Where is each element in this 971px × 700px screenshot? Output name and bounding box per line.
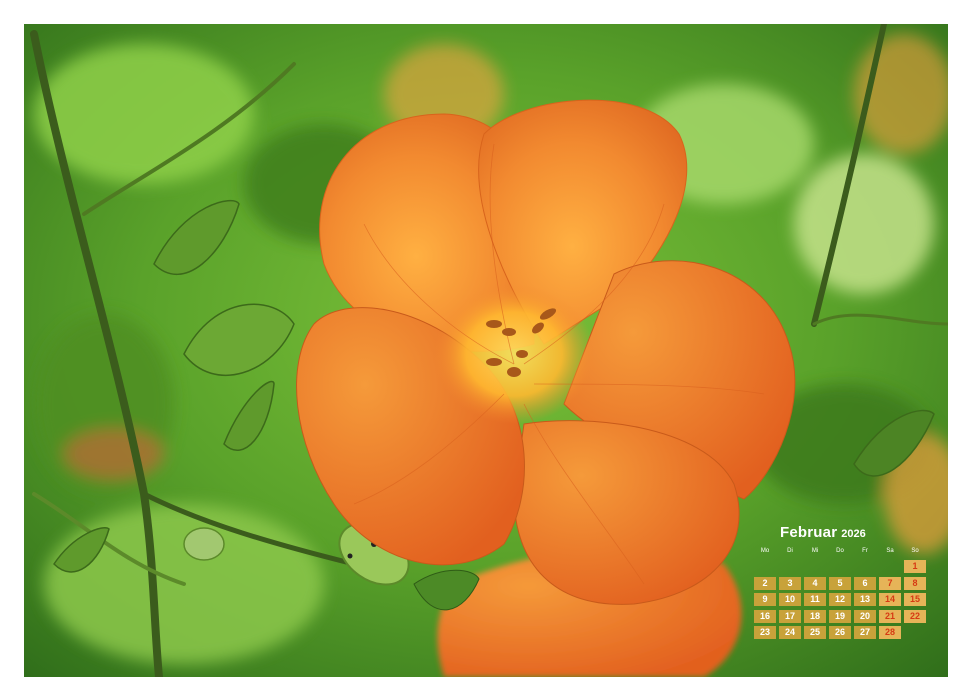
calendar-month: Februar	[780, 524, 838, 541]
calendar-day: 18	[804, 609, 826, 623]
calendar-year: 2026	[841, 528, 866, 540]
calendar-grid: 1 2 3 4 5 6 7 8 9 10 11 12 13 14 15 16 17 18 19 20 21 22 23 24 2…	[754, 560, 926, 640]
calendar: Februar 2026 Mo Di Mi Do Fr Sa So 1234567…	[754, 524, 926, 644]
weekday-label: Di	[787, 548, 793, 554]
weekday-label: Do	[836, 548, 844, 554]
calendar-day: 26	[829, 626, 851, 639]
calendar-day: 12	[829, 593, 851, 606]
calendar-day: 17	[779, 609, 801, 623]
calendar-day: 9	[754, 593, 776, 606]
calendar-day: 4	[804, 576, 826, 590]
calendar-day: 22	[904, 609, 926, 623]
weekday-label: Mi	[811, 548, 819, 554]
weekday-label: Fr	[862, 548, 868, 554]
calendar-title: Februar 2026	[780, 524, 926, 544]
calendar-day: 14	[879, 593, 901, 606]
calendar-day: 11	[804, 593, 826, 606]
calendar-day: 2	[754, 576, 776, 590]
calendar-day: 16	[754, 609, 776, 623]
weekday-label: Sa	[886, 548, 894, 554]
calendar-day: 20	[854, 609, 876, 623]
calendar-day: 27	[854, 626, 876, 639]
calendar-day: 21	[879, 609, 901, 623]
calendar-day: 3	[779, 576, 801, 590]
calendar-day: 5	[829, 576, 851, 590]
calendar-day: 19	[829, 609, 851, 623]
calendar-day: 7	[879, 576, 901, 590]
calendar-day: 24	[779, 626, 801, 639]
weekday-label: So	[911, 548, 919, 554]
calendar-weekday-header: Mo Di Mi Do Fr Sa So	[754, 548, 926, 558]
calendar-day: 1	[904, 560, 926, 573]
calendar-day: 13	[854, 593, 876, 606]
calendar-day: 23	[754, 626, 776, 639]
calendar-day: 25	[804, 626, 826, 639]
calendar-day: 28	[879, 626, 901, 639]
weekday-label: Mo	[760, 548, 770, 554]
calendar-day: 8	[904, 576, 926, 590]
calendar-day: 15	[904, 593, 926, 606]
calendar-day: 6	[854, 576, 876, 590]
calendar-day: 10	[779, 593, 801, 606]
